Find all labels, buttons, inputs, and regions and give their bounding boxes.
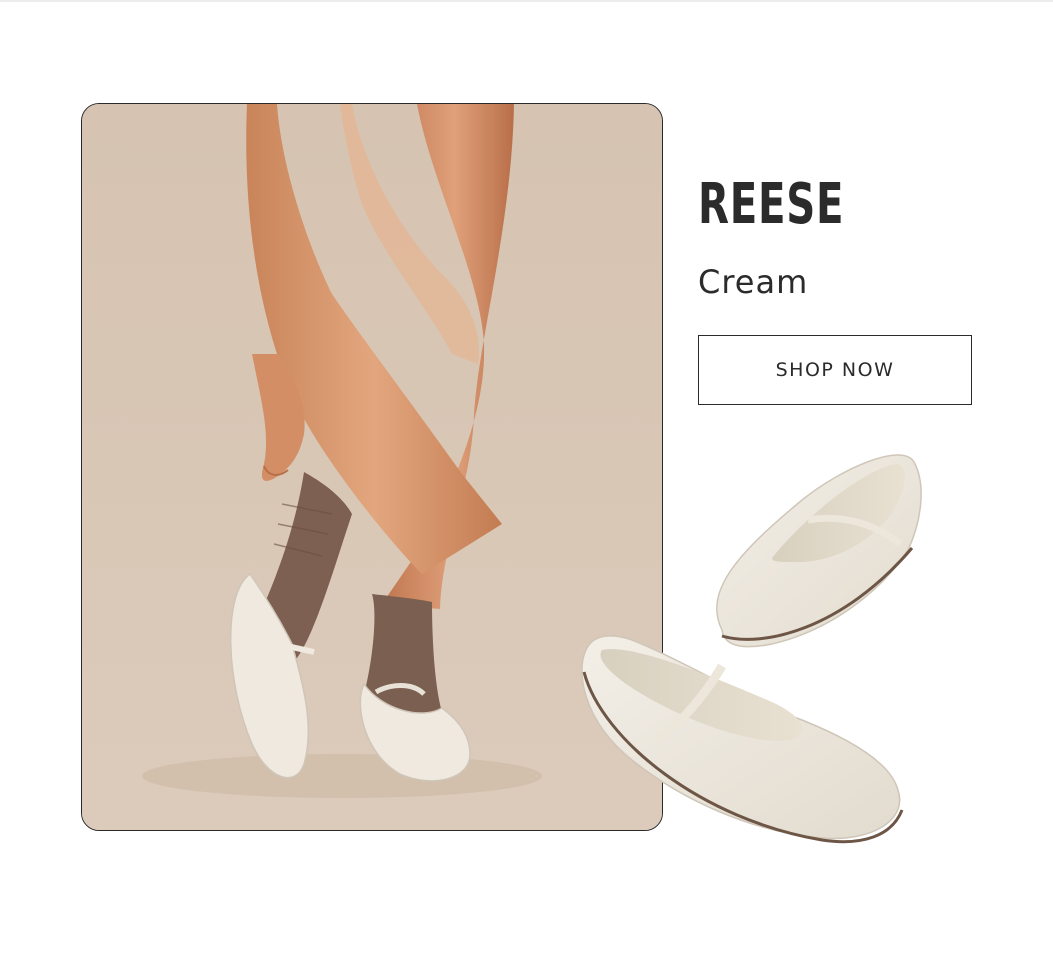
product-color: Cream bbox=[698, 263, 809, 301]
shop-now-button[interactable]: SHOP NOW bbox=[698, 335, 972, 405]
product-photo bbox=[572, 440, 932, 860]
top-divider bbox=[0, 0, 1053, 2]
product-name: REESE bbox=[698, 172, 845, 237]
